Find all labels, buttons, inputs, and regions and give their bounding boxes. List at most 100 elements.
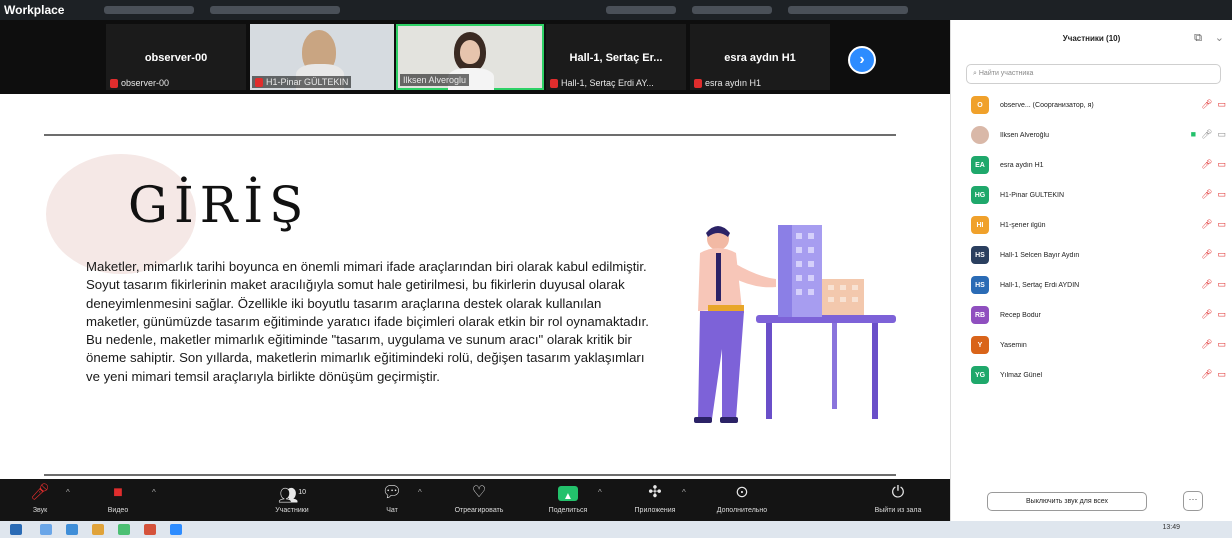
video-button[interactable]: ■ Видео [78,482,158,514]
chat-button[interactable]: 💬︎ Чат [352,482,432,514]
participant-row[interactable]: Y Yasemin 🎤︎ ▭ [951,330,1232,360]
participant-row[interactable]: HG H1-Pinar GÜLTEKIN 🎤︎ ▭ [951,180,1232,210]
tile-footer: esra aydın H1 [694,78,761,88]
participant-row[interactable]: Oobserve... (Соорганизатор, я) 🎤︎ ▭ [951,90,1232,120]
taskbar-app-icon[interactable] [66,524,78,535]
blurred-status [606,6,677,14]
mute-all-button[interactable]: Выключить звук для всех [987,492,1147,511]
screen-share-icon: ■ [1190,129,1197,139]
participant-name: Recep Bodur [1000,311,1041,319]
muted-mic-icon: 🎤︎ [1201,99,1213,109]
participant-search-input[interactable]: ⌕ Найти участника [966,64,1221,84]
participant-row[interactable]: HS Hall-1, Sertaç Erdi AYDIN 🎤︎ ▭ [951,270,1232,300]
chat-icon: 💬︎ [381,484,403,501]
participant-video-tile[interactable]: H1-Pinar GÜLTEKIN [250,24,394,90]
tile-name: observer-00 [144,52,208,64]
avatar: O [971,96,989,114]
participant-status-icons: 🎤︎ ▭ [1201,369,1226,380]
participant-row[interactable]: HS Hall-1 Selcen Bayır Aydın 🎤︎ ▭ [951,240,1232,270]
participant-row[interactable]: Ilksen Alveroğlu ■ 🎤︎ ▭ [951,120,1232,150]
share-button[interactable]: Поделиться [528,482,608,514]
video-options-chevron-icon[interactable]: ^ [152,488,156,497]
taskbar-app-icon[interactable] [144,524,156,535]
camera-off-icon: ▭ [1217,279,1226,289]
mute-button[interactable]: 🎤︎ Звук [0,482,80,514]
participant-row[interactable]: RB Recep Bodur 🎤︎ ▭ [951,300,1232,330]
tile-label: esra aydın H1 [705,78,762,88]
audio-options-chevron-icon[interactable]: ^ [66,488,70,497]
leave-button[interactable]: ⏻ Выйти из зала [858,482,938,514]
shared-slide: GİRİŞ Maketler, mimarlık tarihi boyunca … [0,94,950,479]
participant-tile[interactable]: observer-00 observer-00 [106,24,246,90]
participant-status-icons: 🎤︎ ▭ [1201,219,1226,230]
tile-footer: Ilksen Alveroglu [400,74,470,86]
tile-name: esra aydın H1 [724,52,796,64]
gallery-next-button[interactable]: › [848,46,876,74]
participant-list: Oobserve... (Соорганизатор, я) 🎤︎ ▭ Ilksen … [951,90,1232,390]
taskbar-app-icon[interactable] [170,524,182,535]
muted-mic-icon [550,78,558,88]
taskbar-app-icon[interactable] [92,524,104,535]
blurred-tab [104,6,195,14]
muted-mic-icon [255,77,263,87]
participant-row[interactable]: YG Yılmaz Günel 🎤︎ ▭ [951,360,1232,390]
taskbar-app-icon[interactable] [118,524,130,535]
participant-name: H1-Pinar GÜLTEKIN [1000,191,1065,199]
camera-off-icon: ▭ [1217,309,1226,319]
muted-mic-icon [694,78,702,88]
muted-mic-icon: 🎤︎ [1201,159,1213,169]
close-panel-icon[interactable]: ⌄ [1215,31,1224,44]
slide-title: GİRİŞ [128,176,310,234]
camera-off-icon: ▭ [1217,189,1226,199]
more-button[interactable]: ⊙ Дополнительно [702,482,782,514]
participant-name: esra aydın H1 [1000,161,1044,169]
popout-icon[interactable]: ⧉ [1194,32,1202,45]
video-off-icon: ■ [113,484,123,501]
participants-button[interactable]: 👥︎10 Участники [252,482,332,514]
blurred-tab [210,6,341,14]
camera-off-icon: ▭ [1217,249,1226,259]
camera-off-icon: ▭ [1217,219,1226,229]
muted-mic-icon: 🎤︎ [1201,369,1213,379]
participant-video-tile-active[interactable]: Ilksen Alveroglu [396,24,544,90]
participant-name: Yılmaz Günel [1000,371,1043,379]
react-button[interactable]: ♡ Отреагировать [439,482,519,514]
participants-count: 10 [298,489,307,496]
participant-status-icons: 🎤︎ ▭ [1201,309,1226,320]
participant-status-icons: 🎤︎ ▭ [1201,339,1226,350]
panel-more-button[interactable]: ··· [1183,491,1203,511]
apps-icon: ✣ [648,484,662,501]
participant-row[interactable]: HI H1-şener ilgün 🎤︎ ▭ [951,210,1232,240]
apps-options-chevron-icon[interactable]: ^ [682,488,686,497]
participant-tile[interactable]: Hall-1, Sertaç Er... Hall-1, Sertaç Erdi… [546,24,686,90]
chat-options-chevron-icon[interactable]: ^ [418,488,422,497]
tile-footer: observer-00 [110,78,169,88]
participant-status-icons: 🎤︎ ▭ [1201,99,1226,110]
apps-button[interactable]: ✣ Приложения [615,482,695,514]
participant-name: Yasemin [1000,341,1027,349]
tile-label: Hall-1, Sertaç Erdi AY... [561,78,654,88]
participant-row[interactable]: EA esra aydın H1 🎤︎ ▭ [951,150,1232,180]
participant-name: Ilksen Alveroğlu [1000,131,1050,139]
participants-icon: 👥︎10 [277,487,307,505]
tile-footer: H1-Pinar GÜLTEKIN [252,76,352,88]
taskbar-app-icon[interactable] [40,524,52,535]
share-options-chevron-icon[interactable]: ^ [598,488,602,497]
leave-label: Выйти из зала [874,507,922,514]
zoom-window: Workplace observer-00 observer-00 H1-Pin… [0,0,1232,538]
camera-on-icon: ▭ [1217,129,1226,139]
leave-icon: ⏻ [891,484,905,501]
taskbar-clock: 13:49 [1162,524,1180,531]
avatar: YG [971,366,989,384]
avatar: HI [971,216,989,234]
more-icon: ⊙ [735,484,749,501]
participant-tile[interactable]: esra aydın H1 esra aydın H1 [690,24,830,90]
start-icon[interactable] [10,524,22,535]
tile-label: Ilksen Alveroglu [403,75,467,85]
share-screen-icon [558,482,578,508]
slide-divider-bottom [44,474,896,476]
muted-mic-icon: 🎤︎ [1201,219,1213,229]
muted-mic-icon: 🎤︎ [1201,309,1213,319]
person-video-face [460,40,480,64]
muted-mic-icon: 🎤︎ [1201,339,1213,349]
